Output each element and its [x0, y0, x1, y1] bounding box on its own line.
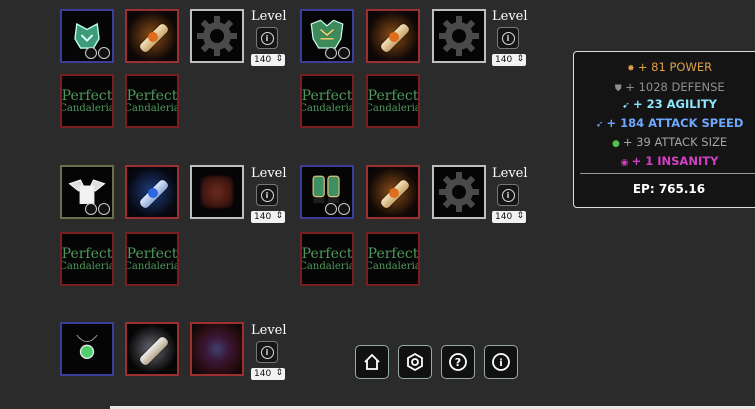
divider — [580, 173, 755, 174]
attack-size-icon: ● — [611, 139, 620, 149]
perfect-candaleria-card[interactable]: Perfect Candaleria — [60, 74, 114, 128]
scroll-slot[interactable] — [125, 9, 179, 63]
perfect-candaleria-card[interactable]: Perfect Candaleria — [125, 74, 179, 128]
perfect-candaleria-card[interactable]: Perfect Candaleria — [366, 232, 420, 286]
empty-slot[interactable] — [432, 9, 486, 63]
stat-attack-speed: ➶ + 184 ATTACK SPEED — [595, 116, 744, 130]
info-button[interactable]: i — [497, 184, 519, 206]
level-select[interactable]: 140 — [492, 210, 526, 223]
rune-slot[interactable] — [190, 322, 244, 376]
stats-panel: ✸ + 81 POWER ⛊ + 1028 DEFENSE ➹ + 23 AGILIT… — [573, 51, 755, 208]
perfect-candaleria-card[interactable]: Perfect Candaleria — [300, 74, 354, 128]
socket-dots — [85, 203, 110, 215]
socket-dots — [325, 203, 350, 215]
level-select[interactable]: 140 — [251, 210, 285, 223]
level-label: Level — [251, 166, 287, 181]
scroll-slot[interactable] — [366, 9, 420, 63]
gloves-slot[interactable] — [300, 165, 354, 219]
power-icon: ✸ — [627, 64, 635, 74]
hexagon-settings-icon — [407, 352, 423, 372]
svg-text:i: i — [499, 358, 502, 369]
info-icon: i — [260, 345, 274, 359]
info-button[interactable]: i — [256, 27, 278, 49]
perfect-candaleria-card[interactable]: Perfect Candaleria — [300, 232, 354, 286]
info-icon: i — [501, 31, 515, 45]
gear-icon — [439, 172, 479, 212]
info-icon: i — [260, 31, 274, 45]
scroll-slot[interactable] — [125, 165, 179, 219]
level-label: Level — [251, 323, 287, 338]
svg-text:?: ? — [455, 356, 461, 369]
info-button[interactable]: i — [484, 345, 518, 379]
shoulders-slot[interactable] — [60, 165, 114, 219]
perfect-candaleria-card[interactable]: Perfect Candaleria — [60, 232, 114, 286]
ep-value: EP: 765.16 — [632, 182, 706, 196]
level-select[interactable]: 140 — [492, 53, 526, 66]
level-label: Level — [251, 9, 287, 24]
stat-power: ✸ + 81 POWER — [627, 60, 713, 74]
amulet-slot[interactable] — [60, 322, 114, 376]
perfect-candaleria-card[interactable]: Perfect Candaleria — [125, 232, 179, 286]
gear-icon — [439, 16, 479, 56]
empty-slot[interactable] — [432, 165, 486, 219]
settings-button[interactable] — [398, 345, 432, 379]
level-select[interactable]: 140 — [251, 53, 285, 66]
info-icon: i — [260, 188, 274, 202]
attack-speed-icon: ➶ — [595, 120, 604, 130]
level-label: Level — [492, 166, 528, 181]
info-icon: i — [501, 188, 515, 202]
help-icon: ? — [449, 353, 467, 371]
info-button[interactable]: i — [256, 184, 278, 206]
rune-icon — [192, 324, 242, 374]
helmet-slot[interactable] — [60, 9, 114, 63]
agility-icon: ➹ — [622, 101, 630, 111]
info-button[interactable]: i — [256, 341, 278, 363]
empty-slot[interactable] — [190, 9, 244, 63]
rune-icon — [201, 176, 233, 208]
shield-icon: ⛊ — [614, 84, 622, 94]
rune-slot[interactable] — [190, 165, 244, 219]
eye-icon: ◉ — [620, 158, 629, 168]
info-button[interactable]: i — [497, 27, 519, 49]
socket-dots — [85, 47, 110, 59]
home-button[interactable] — [355, 345, 389, 379]
gear-icon — [197, 16, 237, 56]
amulet-icon — [76, 334, 98, 359]
stat-attack-size: ● + 39 ATTACK SIZE — [611, 135, 728, 149]
info-icon: i — [492, 353, 510, 371]
scroll-slot[interactable] — [366, 165, 420, 219]
chest-slot[interactable] — [300, 9, 354, 63]
level-label: Level — [492, 9, 528, 24]
home-icon — [364, 353, 380, 370]
stat-agility: ➹ + 23 AGILITY — [622, 97, 718, 111]
perfect-candaleria-card[interactable]: Perfect Candaleria — [366, 74, 420, 128]
level-select[interactable]: 140 — [251, 367, 285, 380]
socket-dots — [325, 47, 350, 59]
scroll-slot[interactable] — [125, 322, 179, 376]
stat-defense: ⛊ + 1028 DEFENSE — [614, 80, 725, 94]
help-button[interactable]: ? — [441, 345, 475, 379]
stat-insanity: ◉ + 1 INSANITY — [620, 154, 719, 168]
